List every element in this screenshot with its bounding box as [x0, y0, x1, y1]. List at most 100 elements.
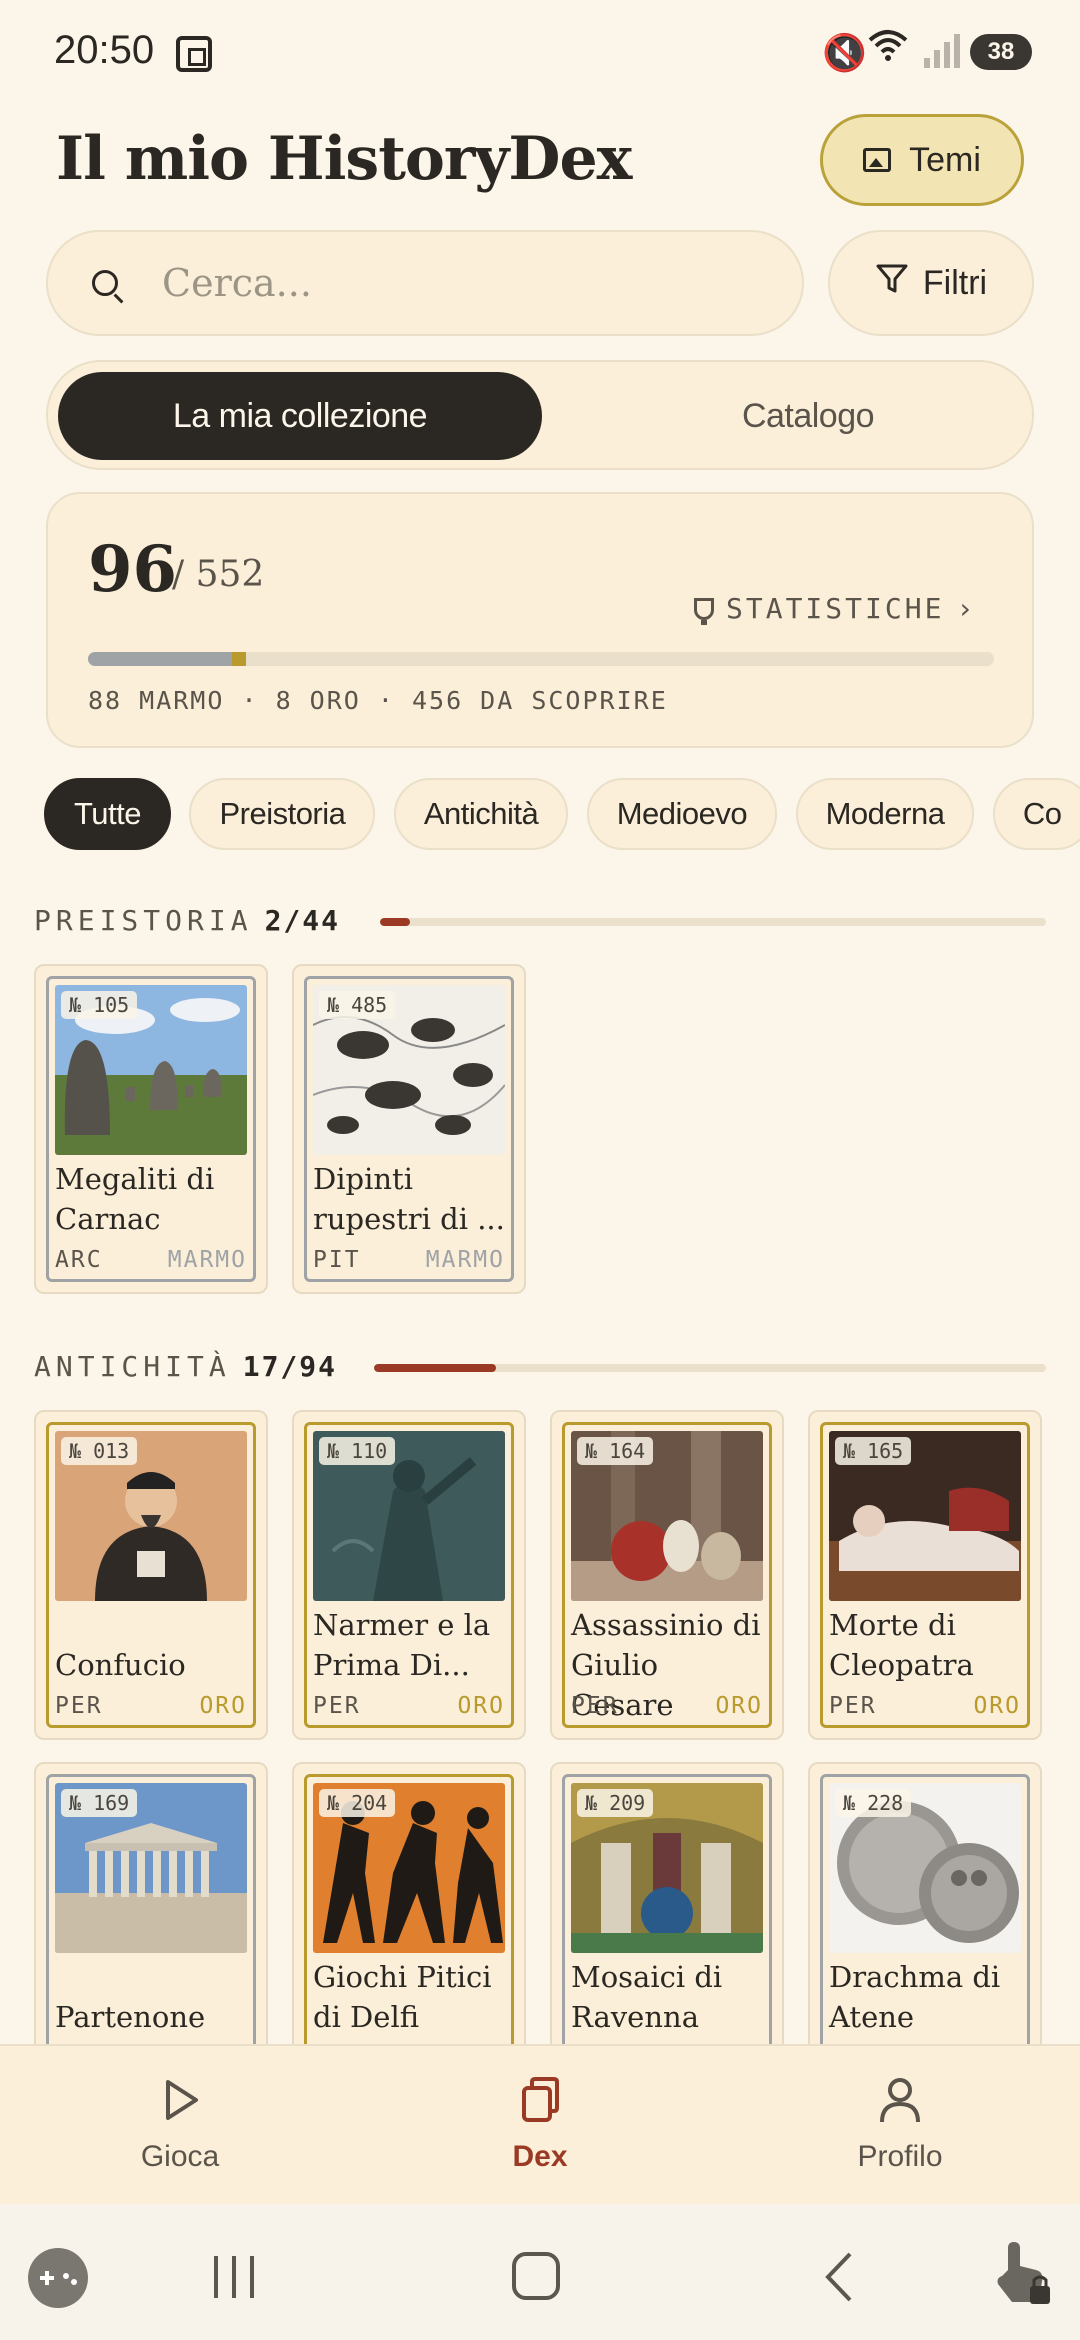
battery-icon: 38	[970, 34, 1032, 70]
card-image: № 169	[55, 1783, 247, 1953]
trophy-icon	[694, 597, 714, 625]
card-frame: № 165 Morte di Cleopatra PER ORO	[820, 1422, 1030, 1728]
card-title: Confucio	[55, 1648, 186, 1682]
section-count: 2/44	[264, 904, 341, 937]
card-category: ARC	[55, 1247, 103, 1273]
game-controller-icon[interactable]	[26, 2246, 90, 2315]
card-title: Giochi Pitici di Delfi	[313, 1960, 492, 2034]
collection-toggle: La mia collezione Catalogo	[46, 360, 1034, 470]
page-title: Il mio HistoryDex	[56, 124, 632, 194]
status-time: 20:50	[54, 28, 155, 72]
back-button[interactable]	[820, 2250, 860, 2309]
cards-icon	[440, 2070, 640, 2130]
card-rarity: MARMO	[167, 1247, 247, 1273]
history-card[interactable]: № 169 Partenone	[34, 1762, 268, 2092]
section-title: ANTICHITÀ	[34, 1350, 231, 1383]
card-category: PIT	[313, 1247, 361, 1273]
history-card[interactable]: № 105 Megaliti di Carnac ARC MARMO	[34, 964, 268, 1294]
nav-dex-label: Dex	[512, 2140, 568, 2173]
total-count: / 552	[172, 554, 265, 595]
card-title: Drachma di Atene	[829, 1960, 1001, 2034]
status-bar: 20:50 🔇 38	[0, 0, 1080, 110]
section-progress-fill	[374, 1364, 496, 1372]
card-number: № 165	[835, 1437, 912, 1465]
statistics-link[interactable]: STATISTICHE ›	[694, 592, 976, 625]
chevron-right-icon: ›	[956, 592, 977, 625]
tab-my-collection[interactable]: La mia collezione	[58, 372, 542, 460]
chip-medioevo[interactable]: Medioevo	[586, 778, 778, 850]
tab-catalog[interactable]: Catalogo	[588, 372, 1028, 460]
history-card[interactable]: № 204 Giochi Pitici di Delfi	[292, 1762, 526, 2092]
card-category: PER	[829, 1693, 877, 1719]
section-progress-fill	[380, 918, 410, 926]
chip-moderna[interactable]: Moderna	[795, 778, 975, 850]
nav-play[interactable]: Gioca	[80, 2070, 280, 2174]
card-number: № 228	[835, 1789, 912, 1817]
section-count: 17/94	[242, 1350, 338, 1383]
card-image: № 485	[313, 985, 505, 1155]
touch-lock-icon[interactable]	[990, 2240, 1054, 2315]
home-button[interactable]	[510, 2250, 564, 2309]
mute-icon: 🔇	[822, 32, 867, 73]
card-frame: № 105 Megaliti di Carnac ARC MARMO	[46, 976, 256, 1282]
history-card[interactable]: № 485 Dipinti rupestri di ... PIT MARMO	[292, 964, 526, 1294]
section-title: PREISTORIA	[34, 904, 253, 937]
section-header-preistoria: PREISTORIA 2/44	[34, 904, 340, 937]
nav-dex[interactable]: Dex	[440, 2070, 640, 2174]
chip-contemporanea[interactable]: Co	[992, 778, 1080, 850]
collection-stats-card: 96 / 552 STATISTICHE › 88 MARMO · 8 ORO …	[46, 492, 1034, 748]
user-icon	[800, 2070, 1000, 2130]
search-input[interactable]	[162, 261, 722, 305]
chip-preistoria[interactable]: Preistoria	[189, 778, 376, 850]
collected-count: 96	[88, 532, 178, 607]
card-rarity: ORO	[199, 1693, 247, 1719]
history-card[interactable]: № 209 Mosaici di Ravenna	[550, 1762, 784, 2092]
screenshot-icon	[176, 36, 212, 72]
play-icon	[80, 2070, 280, 2130]
recent-apps-button[interactable]	[210, 2254, 260, 2305]
marble-progress	[88, 652, 233, 666]
card-number: № 164	[577, 1437, 654, 1465]
card-image: № 209	[571, 1783, 763, 1953]
nav-play-label: Gioca	[140, 2140, 220, 2173]
chip-tutte[interactable]: Tutte	[44, 778, 171, 850]
card-frame: № 485 Dipinti rupestri di ... PIT MARMO	[304, 976, 514, 1282]
card-number: № 485	[319, 991, 396, 1019]
card-number: № 169	[61, 1789, 138, 1817]
history-card[interactable]: № 013 Confucio PER ORO	[34, 1410, 268, 1740]
history-card[interactable]: № 165 Morte di Cleopatra PER ORO	[808, 1410, 1042, 1740]
collection-legend: 88 MARMO · 8 ORO · 456 DA SCOPRIRE	[88, 686, 668, 715]
card-title: Mosaici di Ravenna	[571, 1960, 723, 2034]
card-category: PER	[55, 1693, 103, 1719]
card-image: № 110	[313, 1431, 505, 1601]
card-number: № 110	[319, 1437, 396, 1465]
card-frame: № 209 Mosaici di Ravenna	[562, 1774, 772, 2080]
card-number: № 204	[319, 1789, 396, 1817]
image-icon	[863, 148, 892, 172]
card-image: № 204	[313, 1783, 505, 1953]
card-frame: № 204 Giochi Pitici di Delfi	[304, 1774, 514, 2080]
gold-progress	[232, 652, 246, 666]
filters-button[interactable]: Filtri	[828, 230, 1034, 336]
history-card[interactable]: № 110 Narmer e la Prima Di... PER ORO	[292, 1410, 526, 1740]
nav-profile[interactable]: Profilo	[800, 2070, 1000, 2174]
search-icon	[92, 270, 118, 296]
chip-antichita[interactable]: Antichità	[393, 778, 569, 850]
section-progress-antichita	[374, 1364, 1046, 1372]
themes-button[interactable]: Temi	[820, 114, 1024, 206]
card-image: № 228	[829, 1783, 1021, 1953]
card-frame: № 164 Assassinio di Giulio Cesare PER OR…	[562, 1422, 772, 1728]
search-bar[interactable]	[46, 230, 804, 336]
card-title: Dipinti rupestri di ...	[313, 1162, 505, 1236]
themes-button-label: Temi	[909, 140, 981, 179]
card-frame: № 110 Narmer e la Prima Di... PER ORO	[304, 1422, 514, 1728]
card-frame: № 228 Drachma di Atene	[820, 1774, 1030, 2080]
history-card[interactable]: № 164 Assassinio di Giulio Cesare PER OR…	[550, 1410, 784, 1740]
card-frame: № 169 Partenone	[46, 1774, 256, 2080]
card-rarity: ORO	[457, 1693, 505, 1719]
section-progress-preistoria	[380, 918, 1046, 926]
card-title: Partenone	[55, 2000, 206, 2034]
history-card[interactable]: № 228 Drachma di Atene	[808, 1762, 1042, 2092]
card-rarity: ORO	[715, 1693, 763, 1719]
card-category: PER	[313, 1693, 361, 1719]
